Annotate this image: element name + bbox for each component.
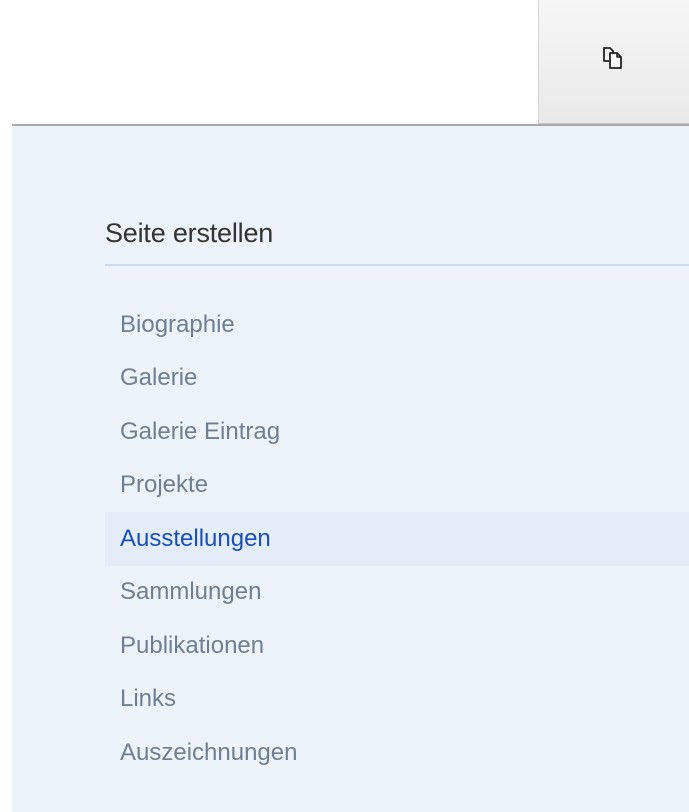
page-type-list: Biographie Galerie Galerie Eintrag Proje…	[105, 298, 689, 780]
copy-page-button[interactable]	[538, 0, 689, 124]
copy-pages-icon	[603, 46, 622, 69]
panel-heading: Seite erstellen	[105, 218, 274, 248]
menu-item-ausstellungen[interactable]: Ausstellungen	[105, 512, 689, 566]
menu-item-projekte[interactable]: Projekte	[105, 459, 689, 513]
menu-item-galerie[interactable]: Galerie	[105, 352, 689, 406]
menu-item-sammlungen[interactable]: Sammlungen	[105, 566, 689, 620]
menu-item-links[interactable]: Links	[105, 673, 689, 727]
create-page-panel: Seite erstellen Biographie Galerie Galer…	[12, 124, 689, 812]
menu-item-publikationen[interactable]: Publikationen	[105, 619, 689, 673]
top-toolbar	[0, 0, 689, 124]
menu-item-auszeichnungen[interactable]: Auszeichnungen	[105, 726, 689, 780]
menu-item-biographie[interactable]: Biographie	[105, 298, 689, 352]
menu-item-galerie-eintrag[interactable]: Galerie Eintrag	[105, 405, 689, 459]
heading-divider	[105, 264, 689, 266]
